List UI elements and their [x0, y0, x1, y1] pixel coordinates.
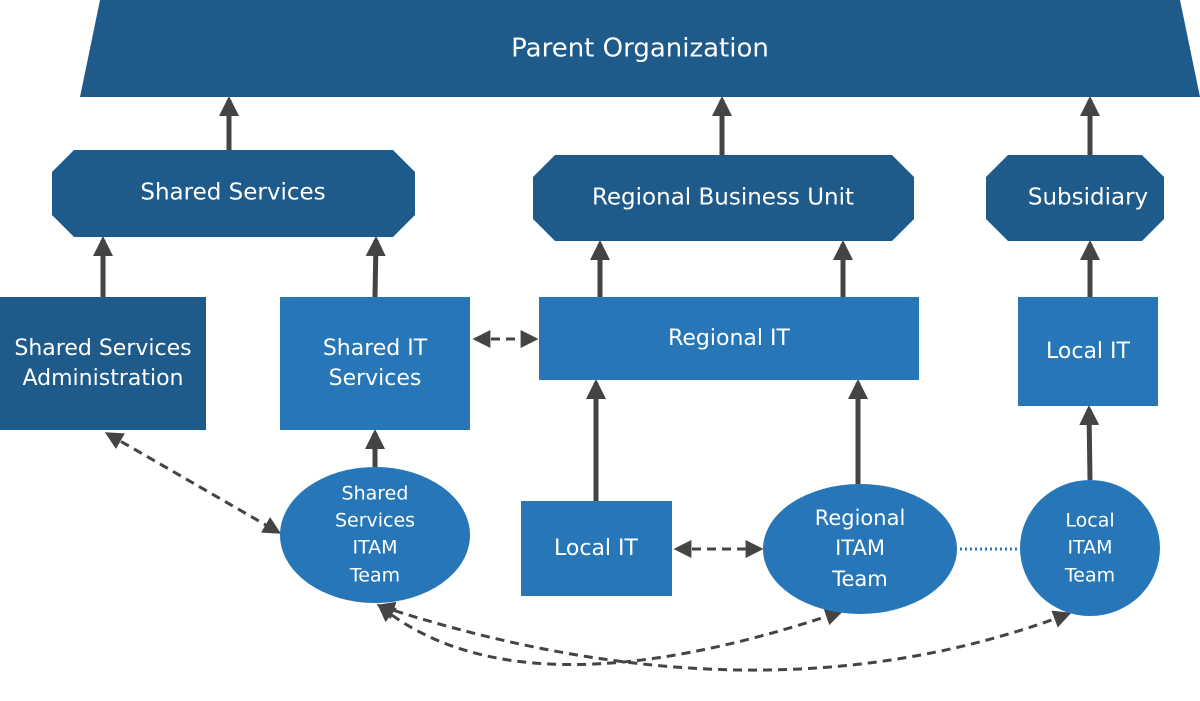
regional-it-node: Regional IT: [539, 297, 919, 380]
org-diagram: Parent Organization Shared Services Regi…: [0, 0, 1200, 672]
label-line: ITAM: [835, 536, 885, 560]
shared-it-services-node: Shared IT Services: [280, 297, 470, 430]
parent-organization: Parent Organization: [80, 0, 1200, 97]
local-it-regional-node: Local IT: [521, 501, 672, 596]
local-itam-team-node: Local ITAM Team: [1020, 480, 1160, 616]
local-it-label: Local IT: [1046, 339, 1131, 364]
shared-services-itam-team-node: Shared Services ITAM Team: [280, 467, 470, 603]
label-line: Services: [335, 510, 415, 532]
label-line: Local: [1065, 510, 1114, 532]
shared-services-node: Shared Services: [52, 150, 415, 237]
label-line: Administration: [23, 366, 184, 391]
regional-it-label: Regional IT: [668, 326, 790, 351]
parent-label: Parent Organization: [511, 34, 769, 64]
regional-business-unit-node: Regional Business Unit: [533, 155, 914, 241]
label-line: Shared: [342, 483, 409, 505]
shared-services-label: Shared Services: [140, 180, 325, 206]
shared-services-administration-node: Shared Services Administration: [0, 297, 206, 430]
label-line: Regional: [815, 506, 906, 530]
label-line: Team: [349, 565, 400, 587]
label-line: ITAM: [1067, 537, 1112, 559]
label-line: Team: [1064, 565, 1115, 587]
label-line: ITAM: [352, 537, 397, 559]
local-it-label: Local IT: [554, 536, 639, 561]
label-line: Shared Services: [14, 336, 191, 361]
regional-itam-team-node: Regional ITAM Team: [763, 484, 957, 614]
regional-business-unit-label: Regional Business Unit: [592, 185, 854, 211]
label-line: Team: [831, 567, 888, 591]
subsidiary-node: Subsidiary: [986, 155, 1164, 241]
local-it-subsidiary-node: Local IT: [1018, 297, 1158, 406]
label-line: Shared IT: [323, 336, 428, 361]
label-line: Services: [329, 366, 422, 391]
subsidiary-label: Subsidiary: [1028, 185, 1148, 211]
